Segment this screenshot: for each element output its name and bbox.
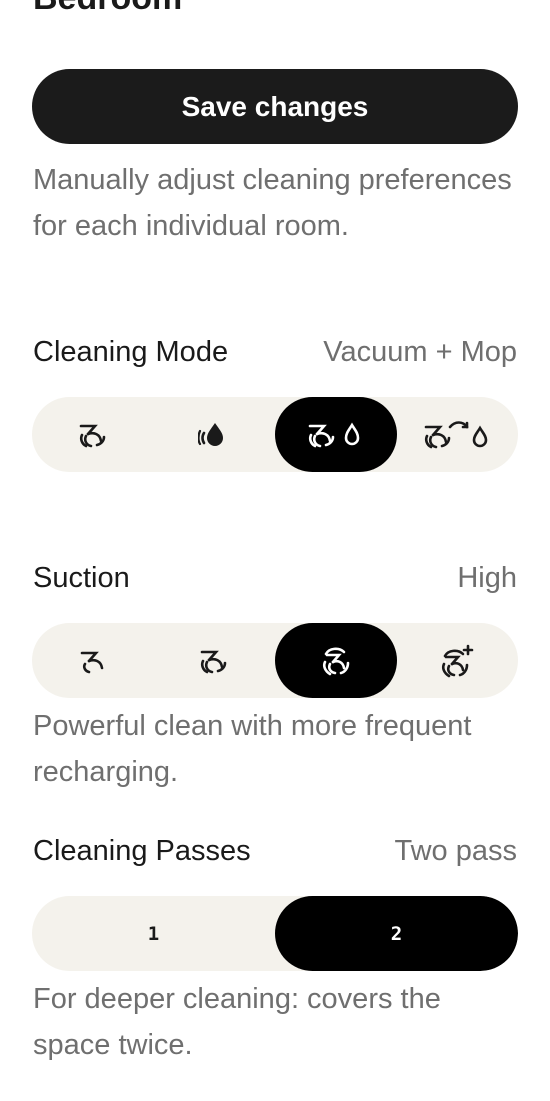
cleaning-mode-label: Cleaning Mode (33, 335, 229, 368)
suction-selector (32, 623, 518, 698)
cleaning-mode-option-vacuum-and-mop[interactable] (275, 397, 397, 472)
intro-description: Manually adjust cleaning preferences for… (33, 164, 512, 242)
suction-quiet-icon (80, 651, 104, 673)
mop-icon (198, 422, 224, 446)
suction-value: High (457, 561, 517, 594)
cleaning-mode-value: Vacuum + Mop (323, 335, 517, 368)
suction-label: Suction (33, 561, 130, 594)
passes-option-2[interactable]: 2 (275, 896, 518, 971)
cleaning-mode-option-vacuum[interactable] (32, 397, 154, 472)
suction-option-quiet[interactable] (32, 623, 154, 698)
cleaning-mode-option-mop[interactable] (154, 397, 276, 472)
vacuum-icon (79, 424, 106, 447)
cleaning-mode-option-vacuum-then-mop[interactable] (397, 397, 519, 472)
cleaning-mode-row: Cleaning Mode Vacuum + Mop (33, 332, 517, 372)
suction-description: Powerful clean with more frequent rechar… (33, 710, 472, 788)
suction-option-high[interactable] (275, 623, 397, 698)
close-icon[interactable] (486, 0, 514, 6)
passes-value: Two pass (394, 834, 518, 867)
passes-option-1-label: 1 (147, 922, 160, 945)
vacuum-and-mop-icon (308, 421, 360, 447)
passes-row: Cleaning Passes Two pass (33, 831, 517, 871)
save-button[interactable]: Save changes (32, 69, 518, 144)
suction-standard-icon (200, 650, 227, 673)
suction-row: Suction High (33, 558, 517, 598)
passes-option-2-label: 2 (390, 922, 403, 945)
suction-high-icon (322, 647, 350, 675)
passes-selector: 1 2 (32, 896, 518, 971)
passes-description: For deeper cleaning: covers the space tw… (33, 983, 441, 1061)
passes-label: Cleaning Passes (33, 834, 251, 867)
cleaning-mode-selector (32, 397, 518, 472)
suction-option-max[interactable] (397, 623, 519, 698)
suction-option-standard[interactable] (154, 623, 276, 698)
passes-option-1[interactable]: 1 (32, 896, 275, 971)
vacuum-then-mop-icon (424, 420, 488, 448)
page-title: Bedroom (33, 0, 182, 18)
suction-max-icon (442, 644, 474, 677)
